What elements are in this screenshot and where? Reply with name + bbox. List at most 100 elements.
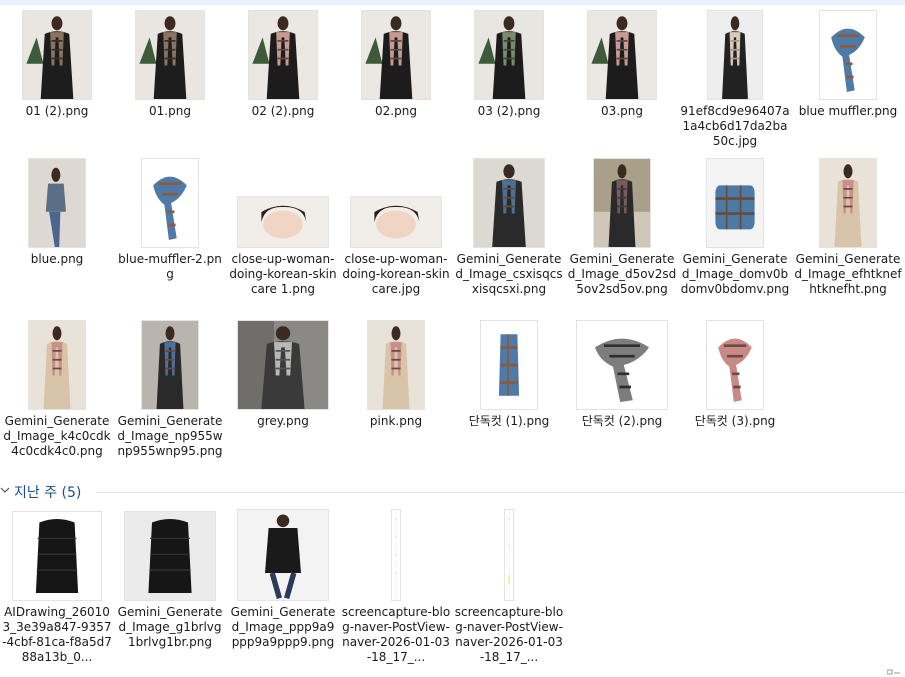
file-item[interactable]: Gemini_Generated_Image_d5ov2sd5ov2sd5ov.… bbox=[567, 156, 677, 306]
file-thumbnail[interactable] bbox=[12, 511, 102, 601]
file-thumbnail[interactable] bbox=[819, 158, 877, 248]
image-thumbnail-icon bbox=[577, 321, 667, 409]
file-thumbnail[interactable] bbox=[576, 320, 668, 410]
image-thumbnail-icon bbox=[249, 11, 317, 99]
file-thumbnail[interactable] bbox=[237, 196, 329, 248]
image-thumbnail-icon bbox=[820, 159, 876, 247]
image-thumbnail-icon bbox=[362, 11, 430, 99]
group-divider bbox=[96, 492, 905, 493]
file-item[interactable]: Gemini_Generated_Image_np955wnp955wnp95.… bbox=[115, 318, 225, 468]
file-name: 01 (2).png bbox=[25, 104, 89, 118]
file-item[interactable]: pink.png bbox=[341, 318, 451, 468]
file-thumbnail[interactable] bbox=[141, 320, 199, 410]
file-thumbnail[interactable] bbox=[707, 10, 763, 100]
image-thumbnail-icon bbox=[13, 512, 101, 600]
file-item[interactable]: Gemini_Generated_Image_k4c0cdk4c0cdk4c0.… bbox=[2, 318, 112, 468]
file-item[interactable]: close-up-woman-doing-korean-skincare 1.p… bbox=[228, 156, 338, 306]
image-thumbnail-icon bbox=[707, 321, 763, 409]
file-item[interactable]: close-up-woman-doing-korean-skincare.jpg bbox=[341, 156, 451, 306]
file-item[interactable]: 단독컷 (2).png bbox=[567, 318, 677, 468]
image-thumbnail-icon bbox=[238, 321, 328, 409]
file-name: 02 (2).png bbox=[251, 104, 315, 118]
chevron-down-icon[interactable] bbox=[0, 485, 10, 495]
file-name: 단독컷 (2).png bbox=[581, 414, 663, 428]
file-item[interactable]: blue-muffler-2.png bbox=[115, 156, 225, 306]
file-name: screencapture-blog-naver-PostView-naver-… bbox=[454, 605, 564, 664]
image-thumbnail-icon bbox=[392, 510, 400, 600]
image-thumbnail-icon bbox=[505, 510, 513, 600]
file-thumbnail[interactable] bbox=[237, 509, 329, 601]
file-thumbnail[interactable] bbox=[350, 196, 442, 248]
image-thumbnail-icon bbox=[29, 321, 85, 409]
file-thumbnail[interactable] bbox=[391, 509, 401, 601]
file-name: 02.png bbox=[375, 104, 417, 118]
file-name: 03.png bbox=[601, 104, 643, 118]
resize-grip-icon[interactable] bbox=[887, 669, 901, 675]
file-name: 03 (2).png bbox=[477, 104, 541, 118]
file-item[interactable]: screencapture-blog-naver-PostView-naver-… bbox=[341, 509, 451, 664]
file-name: Gemini_Generated_Image_domv0bdomv0bdomv.… bbox=[680, 252, 790, 296]
file-name: blue-muffler-2.png bbox=[118, 252, 222, 281]
file-name: Gemini_Generated_Image_d5ov2sd5ov2sd5ov.… bbox=[567, 252, 677, 296]
file-thumbnail[interactable] bbox=[706, 158, 764, 248]
file-thumbnail[interactable] bbox=[28, 158, 86, 248]
file-item[interactable]: 91ef8cd9e96407a1a4cb6d17da2ba50c.jpg bbox=[680, 8, 790, 158]
file-thumbnail[interactable] bbox=[248, 10, 318, 100]
file-thumbnail[interactable] bbox=[367, 320, 425, 410]
group-header-last-week[interactable]: 지난 주 (5) bbox=[0, 481, 905, 503]
file-item[interactable]: 단독컷 (3).png bbox=[680, 318, 790, 468]
file-thumbnail[interactable] bbox=[587, 10, 657, 100]
image-thumbnail-icon bbox=[142, 321, 198, 409]
file-item[interactable]: Gemini_Generated_Image_ppp9a9ppp9a9ppp9.… bbox=[228, 509, 338, 659]
group-title: 지난 주 (5) bbox=[14, 485, 82, 501]
file-name: 단독컷 (1).png bbox=[468, 414, 550, 428]
file-thumbnail[interactable] bbox=[361, 10, 431, 100]
file-item[interactable]: 01 (2).png bbox=[2, 8, 112, 158]
file-name: Gemini_Generated_Image_efhtknefhtknefht.… bbox=[794, 252, 902, 296]
file-thumbnail[interactable] bbox=[22, 10, 92, 100]
file-name: Gemini_Generated_Image_ppp9a9ppp9a9ppp9.… bbox=[230, 605, 336, 649]
image-thumbnail-icon bbox=[142, 159, 198, 247]
file-name: Gemini_Generated_Image_np955wnp955wnp95.… bbox=[117, 414, 223, 458]
file-item[interactable]: Gemini_Generated_Image_csxisqcsxisqcsxi.… bbox=[454, 156, 564, 306]
file-name: Gemini_Generated_Image_k4c0cdk4c0cdk4c0.… bbox=[3, 414, 111, 458]
file-item[interactable]: screencapture-blog-naver-PostView-naver-… bbox=[454, 509, 564, 664]
file-thumbnail[interactable] bbox=[28, 320, 86, 410]
file-name: pink.png bbox=[369, 414, 423, 428]
file-thumbnail[interactable] bbox=[141, 158, 199, 248]
file-thumbnail[interactable] bbox=[124, 511, 216, 601]
file-item[interactable]: Gemini_Generated_Image_domv0bdomv0bdomv.… bbox=[680, 156, 790, 306]
file-name: grey.png bbox=[257, 414, 309, 428]
file-name: close-up-woman-doing-korean-skincare.jpg bbox=[342, 252, 450, 296]
file-thumbnail[interactable] bbox=[474, 10, 544, 100]
file-item[interactable]: 03 (2).png bbox=[454, 8, 564, 158]
file-name: 01.png bbox=[149, 104, 191, 118]
file-item[interactable]: blue muffler.png bbox=[793, 8, 903, 158]
file-item[interactable]: AIDrawing_260103_3e39a847-9357-4cbf-81ca… bbox=[2, 509, 112, 664]
image-thumbnail-icon bbox=[708, 11, 762, 99]
file-thumbnail[interactable] bbox=[504, 509, 514, 601]
file-item[interactable]: Gemini_Generated_Image_g1brlvg1brlvg1br.… bbox=[115, 509, 225, 659]
file-item[interactable]: 02.png bbox=[341, 8, 451, 158]
file-thumbnail[interactable] bbox=[237, 320, 329, 410]
file-item[interactable]: grey.png bbox=[228, 318, 338, 468]
file-thumbnail[interactable] bbox=[135, 10, 205, 100]
file-thumbnail[interactable] bbox=[480, 320, 538, 410]
file-item[interactable]: 단독컷 (1).png bbox=[454, 318, 564, 468]
file-name: screencapture-blog-naver-PostView-naver-… bbox=[341, 605, 451, 664]
file-item[interactable]: 02 (2).png bbox=[228, 8, 338, 158]
file-thumbnail[interactable] bbox=[593, 158, 651, 248]
file-item[interactable]: 01.png bbox=[115, 8, 225, 158]
image-thumbnail-icon bbox=[588, 11, 656, 99]
file-name: Gemini_Generated_Image_csxisqcsxisqcsxi.… bbox=[455, 252, 563, 296]
file-name: AIDrawing_260103_3e39a847-9357-4cbf-81ca… bbox=[2, 605, 112, 664]
file-thumbnail[interactable] bbox=[473, 158, 545, 248]
image-thumbnail-icon bbox=[23, 11, 91, 99]
file-name: blue.png bbox=[30, 252, 84, 266]
file-item[interactable]: blue.png bbox=[2, 156, 112, 306]
file-item[interactable]: Gemini_Generated_Image_efhtknefhtknefht.… bbox=[793, 156, 903, 306]
file-thumbnail[interactable] bbox=[706, 320, 764, 410]
image-thumbnail-icon bbox=[474, 159, 544, 247]
file-thumbnail[interactable] bbox=[819, 10, 877, 100]
file-item[interactable]: 03.png bbox=[567, 8, 677, 158]
